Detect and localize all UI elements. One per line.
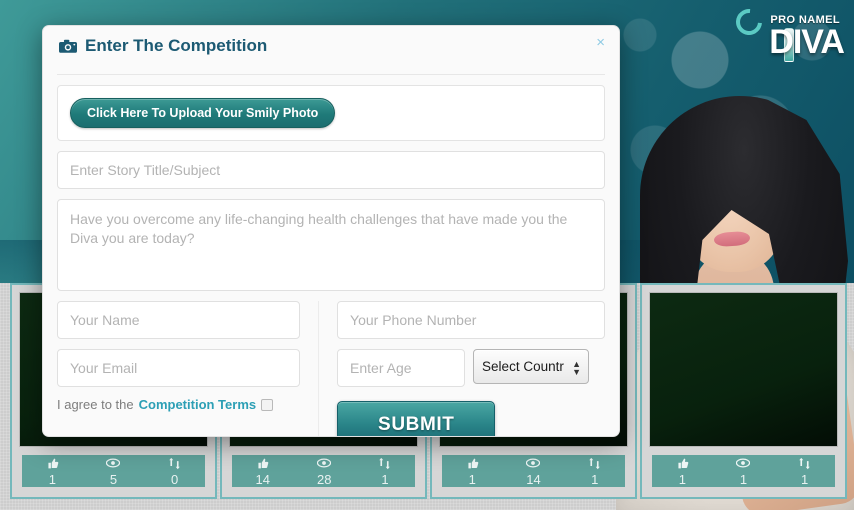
stat-views[interactable]: 1 [736,457,751,487]
stat-views-value: 1 [739,471,748,487]
thumbs-up-icon [46,457,59,471]
stat-likes-value: 1 [468,471,476,487]
stat-shares[interactable]: 0 [168,457,181,486]
retweet-icon [588,457,601,471]
retweet-icon [168,457,181,471]
stat-views-value: 28 [316,471,332,487]
name-input[interactable] [57,301,301,339]
modal-title-row: Enter The Competition [59,36,603,56]
stat-shares-value: 1 [801,471,809,487]
story-card-photo[interactable] [649,292,838,447]
country-select[interactable]: Select Country [473,349,590,384]
stat-views-value: 14 [526,471,541,487]
country-select-wrapper: Select Country ▲ ▼ [473,349,590,387]
stat-shares-value: 1 [591,471,599,487]
close-icon[interactable]: × [596,35,605,50]
page-title: Enter The Competition [85,36,268,55]
stat-likes[interactable]: 1 [676,457,689,486]
story-card-stats: 14 28 1 [229,452,418,490]
eye-icon [526,457,541,471]
stat-shares-value: 1 [381,471,389,487]
story-card-stats: 1 5 0 [19,452,208,490]
story-card[interactable]: 1 1 1 [640,283,847,499]
stat-views[interactable]: 5 [106,457,121,487]
modal-body: Click Here To Upload Your Smily Photo I … [43,75,619,436]
stat-shares[interactable]: 1 [588,457,601,486]
competition-terms-link[interactable]: Competition Terms [139,397,257,412]
retweet-icon [798,457,811,471]
stat-likes[interactable]: 14 [256,457,270,486]
eye-icon [317,457,332,471]
thumbs-up-icon [466,457,479,471]
thumbs-up-icon [676,457,689,471]
logo-swoosh-icon [730,3,768,41]
form-columns: I agree to the Competition Terms Select … [57,301,605,436]
stat-shares-value: 0 [171,471,179,487]
thumbs-up-icon [256,457,270,471]
terms-agreement-row: I agree to the Competition Terms [57,397,300,412]
page-root: PRO NAMEL DIVA 1 5 0 14 28 1 1 14 1 1 1 … [0,0,854,510]
email-input[interactable] [57,349,301,387]
upload-photo-button[interactable]: Click Here To Upload Your Smily Photo [70,98,336,128]
stat-likes[interactable]: 1 [466,457,479,486]
stat-views-value: 5 [109,471,118,487]
stat-likes-value: 14 [255,471,270,487]
story-title-input[interactable] [57,151,605,189]
form-column-right: Select Country ▲▼ SUBMIT [319,301,605,436]
story-body-textarea[interactable] [57,199,605,291]
stat-likes-value: 1 [678,471,686,487]
form-column-left: I agree to the Competition Terms [57,301,320,436]
stat-views[interactable]: 14 [526,457,541,487]
retweet-icon [378,457,391,471]
modal-header: Enter The Competition × [43,26,619,64]
stat-shares[interactable]: 1 [378,457,391,486]
story-card-stats: 1 14 1 [439,452,628,490]
age-country-row: Select Country ▲▼ [337,349,605,387]
camera-icon [59,39,77,53]
terms-agree-label: I agree to the [57,397,134,412]
stat-likes[interactable]: 1 [46,457,59,486]
eye-icon [106,457,121,471]
age-input[interactable] [337,349,466,387]
stat-views[interactable]: 28 [317,457,331,486]
stat-likes-value: 1 [48,471,56,487]
eye-icon [736,457,751,471]
stat-shares[interactable]: 1 [798,457,811,486]
enter-competition-modal: Enter The Competition × Click Here To Up… [42,25,620,437]
logo-diva-text: DIVA [769,23,845,61]
submit-button[interactable]: SUBMIT [337,401,496,436]
terms-checkbox[interactable] [261,398,274,411]
phone-input[interactable] [337,301,605,339]
upload-photo-area: Click Here To Upload Your Smily Photo [57,85,605,141]
pronamel-diva-logo: PRO NAMEL DIVA [730,3,846,68]
story-card-stats: 1 1 1 [649,452,838,490]
